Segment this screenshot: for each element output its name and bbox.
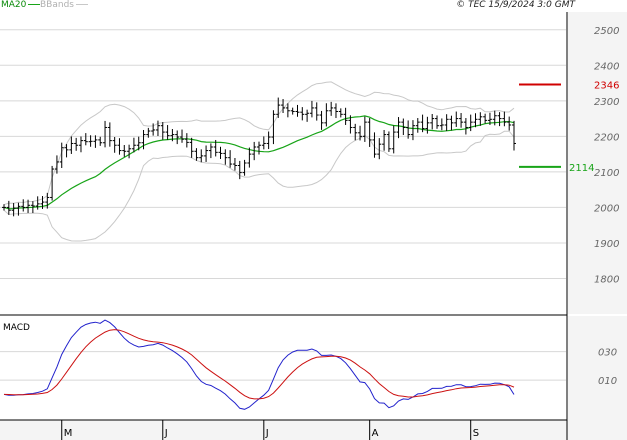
ohlc-bar [98,136,103,146]
ohlc-bar [343,107,348,125]
ohlc-bar [88,135,93,147]
ohlc-bar [218,146,223,159]
ohlc-bar [459,113,464,128]
ma20-line [3,115,515,210]
ohlc-bar [478,112,483,126]
ohlc-bar [468,114,473,132]
ohlc-bar [247,147,252,168]
support-level-label: 2114 [569,163,594,174]
month-label: M [64,428,73,439]
ohlc-bar [333,103,338,119]
ohlc-bar [199,149,204,163]
ohlc-bar [305,109,310,122]
axis-panel: 1800 1900 2000 2100 2200 2300 2400 2500 2346 2114… [0,12,627,440]
month-label: S [473,428,479,439]
ohlc-bar [93,135,98,148]
resistance-level-label: 2346 [594,80,619,91]
price-tick-label: 1800 [594,274,619,285]
ohlc-bar [112,137,117,153]
ohlc-bar [83,133,88,146]
ohlc-bar [396,117,401,139]
ohlc-bar [382,129,387,151]
price-tick-label: 2100 [594,168,619,179]
ohlc-bar [415,118,420,133]
ohlc-bar [257,141,261,155]
ohlc-bar [449,115,454,131]
ohlc-bar [463,118,468,135]
ohlc-bar [290,107,295,115]
price-tick-label: 2000 [594,203,619,214]
ohlc-bar [208,143,213,159]
ohlc-bar [338,108,343,118]
macd-tick-label: 010 [598,376,617,387]
ohlc-bar [165,125,170,140]
ohlc-bar [78,136,83,153]
month-label: J [265,428,269,439]
ohlc-bar [329,101,334,116]
ohlc-bar [444,114,449,132]
price-chart: MACD 1800 1900 2000 2100 2200 2300 2400 2500 234… [0,12,627,440]
ohlc-bar [184,133,189,148]
ohlc-bar [358,125,363,141]
ohlc-bar [175,130,180,145]
ohlc-bar [391,125,396,154]
ohlc-bar [232,158,237,171]
price-tick-label: 2400 [594,61,619,72]
date-axis-bg [0,420,627,440]
ohlc-bar [483,113,488,124]
ohlc-bar [266,131,271,150]
price-tick-label: 2500 [594,26,619,37]
ohlc-bar [228,150,233,168]
ohlc-bar [439,118,444,131]
ohlc-bar [204,145,209,162]
ohlc-bar [300,107,305,121]
ohlc-bar [314,102,319,121]
price-tick-label: 1900 [594,239,619,250]
ohlc-bar [2,204,6,211]
ohlc-bar [497,112,502,127]
price-tick-label: 2300 [594,97,619,108]
ohlc-bar [160,122,165,140]
ohlc-bar [353,123,358,141]
ohlc-bar [107,122,112,147]
ohlc-bar [425,116,430,134]
ohlc-bar [74,137,79,151]
ohlc-bar [242,159,247,176]
month-label: A [372,428,379,439]
ohlc-bar [122,144,127,157]
ohlc-bar [319,110,324,130]
ohlc-bar [324,103,329,127]
ohlc-bar [103,120,108,148]
macd-tick-label: 030 [598,348,617,359]
ohlc-bar [54,155,59,174]
ohlc-bar [117,138,122,155]
ohlc-bar [435,115,440,129]
price-panel [0,29,566,279]
macd-axis-bg [568,316,627,420]
ohlc-bar [507,116,512,131]
ohlc-bar [410,120,415,141]
ohlc-bar [454,111,459,127]
ohlc-bar [271,110,276,145]
ohlc-bar [21,199,26,212]
ohlc-bar [223,149,228,165]
macd-label: MACD [3,323,30,333]
ohlc-bar [377,138,382,160]
ohlc-bar [386,131,391,152]
ohlc-bar [295,104,300,117]
ohlc-bar [473,113,478,128]
ohlc-bar [362,116,367,142]
ohlc-bar [430,113,435,130]
ohlc-bar [194,148,199,161]
ohlc-bar [127,144,132,159]
ohlc-bar [309,100,314,118]
ohlc-bar [261,136,266,150]
macd-line [3,319,515,410]
month-label: J [164,428,168,439]
ohlc-bar [502,111,507,127]
macd-panel: MACD [0,319,566,410]
price-tick-label: 2200 [594,132,619,143]
ohlc-bar [189,137,194,158]
